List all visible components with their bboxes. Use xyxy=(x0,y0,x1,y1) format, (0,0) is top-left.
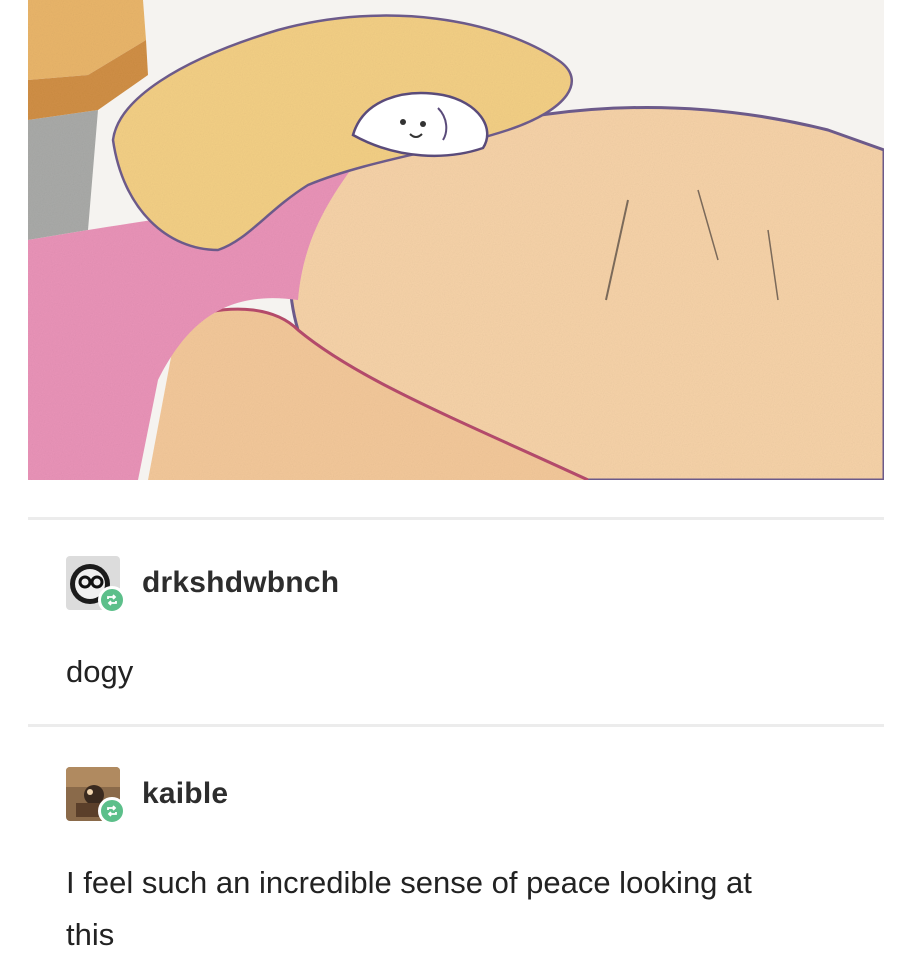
divider xyxy=(28,517,884,520)
drawing-image xyxy=(28,0,884,480)
reblog-icon xyxy=(98,586,126,614)
reblog-entry: drkshdwbnch dogy xyxy=(66,556,846,698)
reblog-header: drkshdwbnch xyxy=(66,556,846,620)
post-image xyxy=(28,0,884,480)
username[interactable]: drkshdwbnch xyxy=(142,566,339,600)
reblog-header: kaible xyxy=(66,767,846,831)
reblog-comment: I feel such an incredible sense of peace… xyxy=(66,865,752,952)
divider xyxy=(28,724,884,727)
reblog-icon xyxy=(98,797,126,825)
reblog-comment: dogy xyxy=(66,654,134,689)
reblog-entry: kaible I feel such an incredible sense o… xyxy=(66,767,846,961)
username[interactable]: kaible xyxy=(142,777,228,811)
